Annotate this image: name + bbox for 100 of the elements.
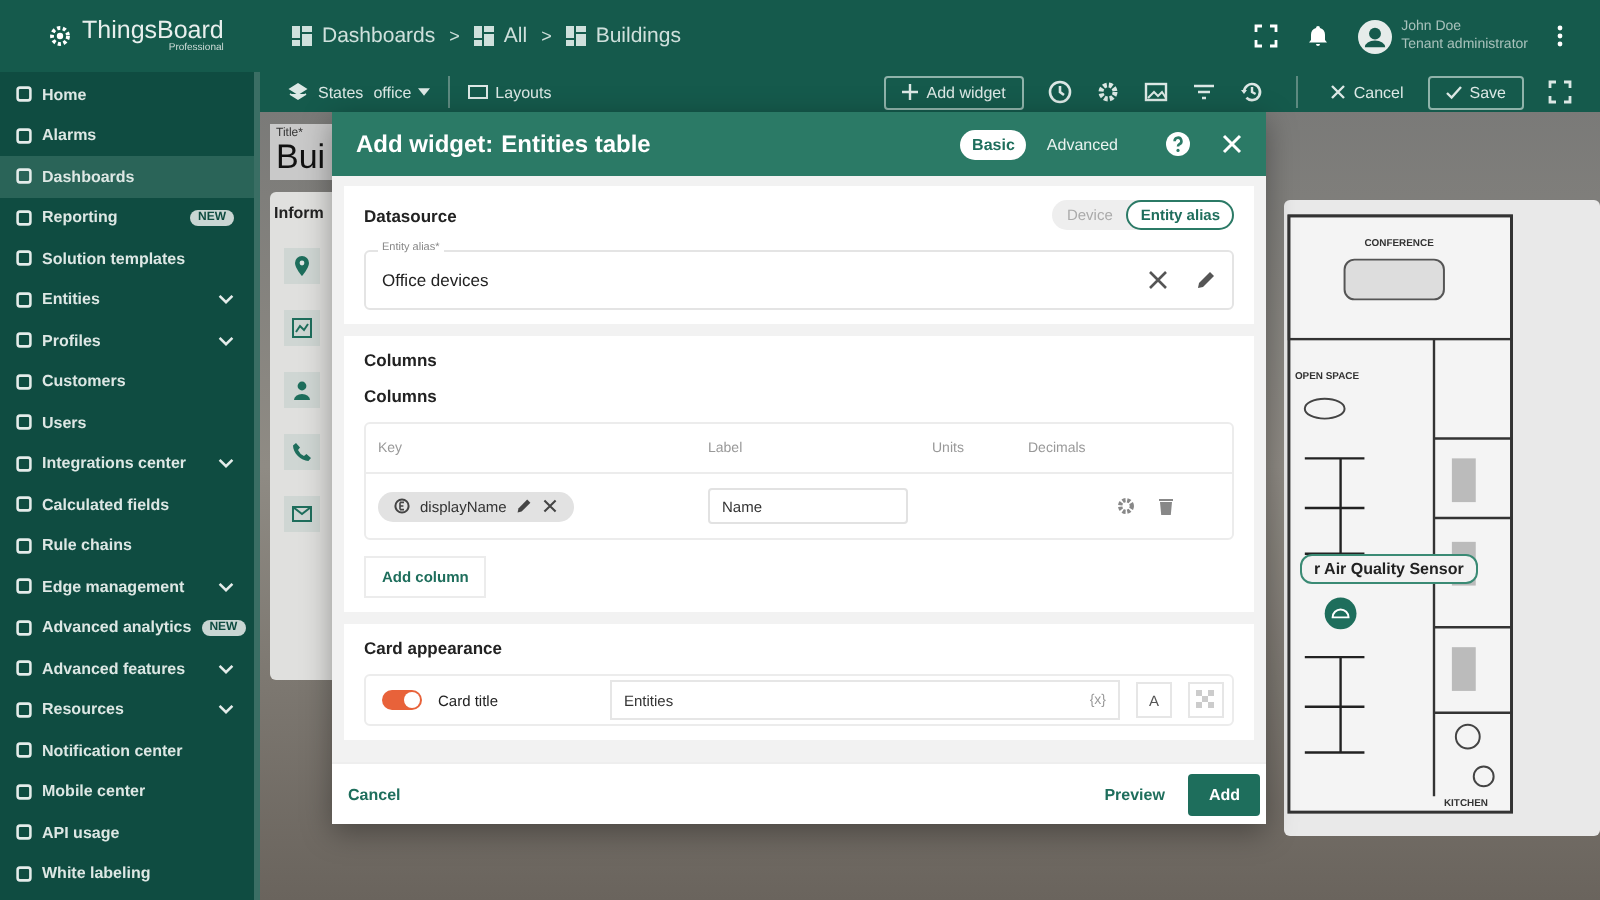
square-icon	[16, 455, 32, 472]
checker-pattern-icon	[1196, 690, 1216, 710]
check-icon	[1445, 84, 1462, 100]
circle-icon	[394, 498, 410, 514]
square-icon	[16, 701, 32, 718]
dialog-title: Add widget:	[356, 130, 494, 158]
square-icon	[16, 824, 32, 841]
sidebar-item[interactable]: Mobile center	[0, 771, 254, 812]
save-button[interactable]: Save	[1427, 75, 1524, 109]
sidebar-item[interactable]: Edge management	[0, 566, 254, 607]
logo-text: ThingsBoard	[82, 18, 224, 44]
sensor-tooltip: r Air Quality Sensor	[1300, 554, 1478, 584]
grid-icon	[292, 26, 312, 46]
gear-logo-icon	[44, 20, 76, 52]
add-widget-button[interactable]: Add widget	[884, 75, 1024, 109]
close-icon[interactable]	[542, 498, 559, 514]
settings-icon[interactable]	[1116, 496, 1136, 516]
sidebar-item[interactable]: Resources	[0, 689, 254, 730]
sensor-marker-icon[interactable]	[1324, 597, 1357, 630]
square-icon	[16, 373, 32, 390]
sidebar-item[interactable]: Users	[0, 402, 254, 443]
mode-tab[interactable]: Basic	[960, 129, 1027, 159]
help-icon[interactable]	[1166, 132, 1190, 156]
square-icon	[16, 332, 32, 349]
sidebar-item[interactable]: Home	[0, 74, 254, 115]
grid-icon	[473, 26, 494, 46]
state-dropdown[interactable]: office	[373, 83, 430, 101]
sidebar-item[interactable]: Notification center	[0, 730, 254, 771]
sidebar-item[interactable]: API usage	[0, 812, 254, 853]
trash-icon[interactable]	[1156, 496, 1176, 516]
sidebar-item[interactable]: Entities	[0, 279, 254, 320]
widget-name: Entities table	[501, 130, 651, 158]
chevron-down-icon	[218, 663, 234, 674]
person-icon	[283, 371, 319, 408]
clear-icon[interactable]	[1148, 270, 1168, 290]
square-icon	[16, 291, 32, 308]
chevron-down-icon	[218, 294, 234, 305]
more-vertical-icon[interactable]	[1556, 24, 1564, 48]
section-title: Datasource	[364, 205, 457, 225]
square-icon	[16, 496, 32, 513]
cancel-button[interactable]: Cancel	[1329, 83, 1404, 101]
fullscreen-icon[interactable]	[1548, 80, 1572, 104]
chevron-down-icon	[218, 335, 234, 346]
sidebar-item[interactable]: Rule chains	[0, 525, 254, 566]
sidebar-item[interactable]: Integrations center	[0, 443, 254, 484]
square-icon	[16, 783, 32, 800]
square-icon	[16, 537, 32, 554]
filter-icon[interactable]	[1191, 80, 1216, 104]
sidebar-item[interactable]: Solution templates	[0, 238, 254, 279]
cancel-button[interactable]: Cancel	[348, 785, 401, 803]
caret-icon	[417, 88, 430, 96]
sidebar-item[interactable]: Profiles	[0, 320, 254, 361]
square-icon	[16, 414, 32, 431]
location-pin-icon	[283, 247, 319, 284]
square-icon	[16, 168, 32, 185]
square-icon	[16, 209, 32, 226]
breadcrumb-separator: >	[541, 26, 552, 46]
breadcrumb-link[interactable]: All	[473, 24, 528, 48]
grid-icon	[565, 26, 586, 46]
section-title: Columns	[364, 350, 439, 370]
pencil-icon[interactable]	[1196, 270, 1216, 290]
close-icon	[1329, 84, 1346, 100]
breadcrumb-separator: >	[449, 26, 460, 46]
chevron-down-icon	[218, 704, 234, 715]
pencil-icon[interactable]	[516, 498, 533, 514]
sidebar-item[interactable]: Customers	[0, 361, 254, 402]
sidebar-item[interactable]: White labeling	[0, 853, 254, 894]
square-icon	[16, 578, 32, 595]
square-icon	[16, 742, 32, 759]
layers-icon	[288, 82, 308, 102]
layouts-button[interactable]: Layouts	[467, 82, 552, 102]
breadcrumb-link[interactable]: Buildings	[565, 24, 681, 48]
clock-icon[interactable]	[1047, 80, 1072, 104]
sidebar-item[interactable]: Dashboards	[0, 156, 254, 197]
layout-icon	[467, 82, 488, 102]
avatar-icon[interactable]	[1357, 19, 1392, 53]
subsection-title: Columns	[364, 386, 439, 406]
card-heading: Inform	[272, 203, 324, 222]
add-button[interactable]: Add	[1188, 773, 1260, 815]
image-icon[interactable]	[1143, 80, 1168, 104]
history-icon[interactable]	[1239, 80, 1264, 104]
title-field-value: Bui	[276, 140, 326, 176]
plus-icon	[902, 84, 919, 100]
chevron-down-icon	[218, 458, 234, 469]
preview-button[interactable]: Preview	[1104, 785, 1165, 803]
square-icon	[16, 660, 32, 677]
chart-icon	[283, 309, 319, 346]
square-icon	[16, 619, 32, 636]
mail-icon	[283, 495, 319, 532]
breadcrumb-link[interactable]: Dashboards	[292, 24, 436, 48]
square-icon	[16, 86, 32, 103]
toggle-switch[interactable]	[382, 690, 422, 710]
sidebar-item[interactable]: Alarms	[0, 115, 254, 156]
sidebar-item[interactable]: Calculated fields	[0, 484, 254, 525]
mode-tab[interactable]: Advanced	[1034, 129, 1130, 159]
square-icon	[16, 865, 32, 882]
bell-icon[interactable]	[1305, 24, 1330, 48]
square-icon	[16, 250, 32, 267]
sidebar-item[interactable]: Advanced features	[0, 648, 254, 689]
chevron-down-icon	[218, 581, 234, 592]
